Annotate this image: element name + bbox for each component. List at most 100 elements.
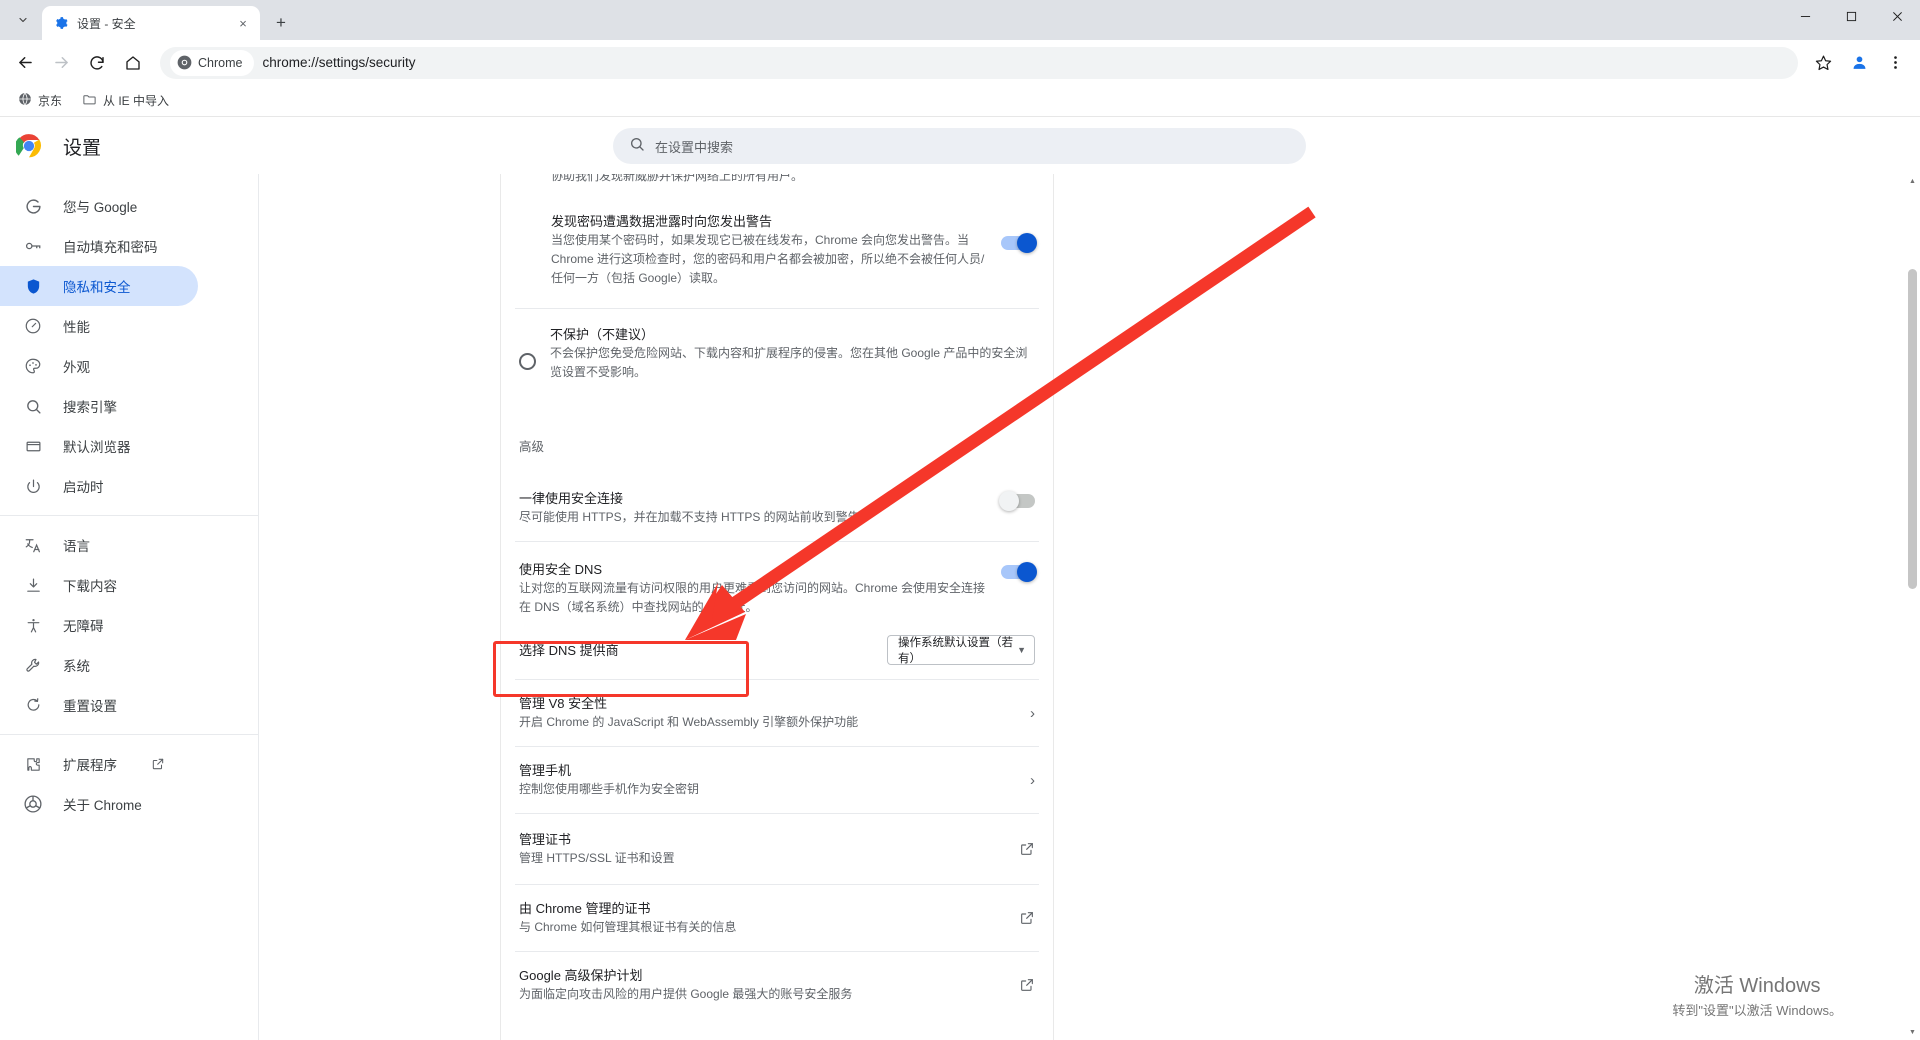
accessibility-icon: [23, 615, 43, 635]
search-input[interactable]: 在设置中搜索: [613, 128, 1306, 164]
sidebar-item-autofill[interactable]: 自动填充和密码: [0, 226, 198, 266]
breach-warning-toggle[interactable]: [1001, 233, 1037, 253]
secure-dns-title: 使用安全 DNS: [519, 562, 603, 577]
scroll-up-arrow-icon[interactable]: ▲: [1905, 174, 1920, 189]
sidebar-item-label: 关于 Chrome: [63, 798, 142, 813]
always-secure-toggle[interactable]: [999, 491, 1035, 511]
manage-v8-desc: 开启 Chrome 的 JavaScript 和 WebAssembly 引擎额…: [519, 715, 859, 729]
sidebar-item-appearance[interactable]: 外观: [0, 346, 198, 386]
content-area: 您与 Google 自动填充和密码 隐私和安全 性能 外观 搜索引擎 默认浏览器…: [0, 174, 1920, 1040]
sidebar-item-performance[interactable]: 性能: [0, 306, 198, 346]
scrollbar-thumb[interactable]: [1908, 269, 1917, 589]
sidebar-item-label: 外观: [63, 360, 90, 375]
browser-menu-icon[interactable]: [1878, 46, 1912, 80]
sidebar-item-reset-settings[interactable]: 重置设置: [0, 685, 198, 725]
tab-search-icon[interactable]: [6, 3, 40, 37]
sidebar-item-search-engine[interactable]: 搜索引擎: [0, 386, 198, 426]
chevron-right-icon[interactable]: ›: [1030, 773, 1035, 788]
sidebar-item-privacy-and-security[interactable]: 隐私和安全: [0, 266, 198, 306]
sidebar-item-label: 下载内容: [63, 579, 117, 594]
manage-certificates-row[interactable]: 管理证书 管理 HTTPS/SSL 证书和设置: [501, 814, 1053, 884]
bookmarks-bar: 京东 从 IE 中导入: [0, 85, 1920, 117]
puzzle-icon: [23, 754, 43, 774]
restore-icon: [23, 695, 43, 715]
sidebar-item-label: 无障碍: [63, 619, 104, 634]
scroll-down-arrow-icon[interactable]: ▼: [1905, 1025, 1920, 1040]
sidebar-item-languages[interactable]: 语言: [0, 525, 198, 565]
back-icon[interactable]: [8, 46, 42, 80]
external-link-icon: [151, 757, 165, 771]
url-text: chrome://settings/security: [262, 55, 416, 70]
bookmark-folder[interactable]: 从 IE 中导入: [74, 88, 177, 114]
download-icon: [23, 575, 43, 595]
sidebar-item-label: 您与 Google: [63, 200, 138, 215]
breach-warning-desc: 当您使用某个密码时，如果发现它已被在线发布，Chrome 会向您发出警告。当 C…: [551, 233, 985, 285]
no-protection-radio[interactable]: [519, 353, 536, 370]
enhanced-protection-row[interactable]: 向 Google 发送您访问的部分网页的网址、有限的系统信息以及部分网页内容，以…: [501, 174, 1053, 186]
no-protection-title: 不保护（不建议）: [550, 327, 655, 342]
reload-icon[interactable]: [80, 46, 114, 80]
bookmark-star-icon[interactable]: [1806, 46, 1840, 80]
breach-warning-row[interactable]: 发现密码遭遇数据泄露时向您发出警告 当您使用某个密码时，如果发现它已被在线发布，…: [501, 186, 1053, 294]
speedometer-icon: [23, 316, 43, 336]
browser-window: 设置 - 安全 × + Chrome chrome://settings/sec…: [0, 0, 1920, 1040]
palette-icon: [23, 356, 43, 376]
sidebar-item-system[interactable]: 系统: [0, 645, 198, 685]
sidebar-item-downloads[interactable]: 下载内容: [0, 565, 198, 605]
enhanced-protection-desc: 向 Google 发送您访问的部分网页的网址、有限的系统信息以及部分网页内容，以…: [551, 174, 804, 183]
no-protection-row[interactable]: 不保护（不建议） 不会保护您免受危险网站、下载内容和扩展程序的侵害。您在其他 G…: [501, 309, 1053, 396]
maximize-button[interactable]: [1828, 0, 1874, 32]
chrome-chip-label: Chrome: [198, 55, 243, 70]
tab-title: 设置 - 安全: [77, 16, 136, 31]
certificate-row-highlight: [493, 641, 749, 697]
sidebar-item-you-and-google[interactable]: 您与 Google: [0, 186, 198, 226]
sidebar-item-accessibility[interactable]: 无障碍: [0, 605, 198, 645]
sidebar-item-label: 扩展程序: [63, 758, 117, 773]
new-tab-button[interactable]: +: [267, 8, 295, 36]
search-icon: [23, 396, 43, 416]
sidebar-item-on-startup[interactable]: 启动时: [0, 466, 198, 506]
browser-tab[interactable]: 设置 - 安全 ×: [42, 6, 260, 40]
manage-phones-row[interactable]: 管理手机 控制您使用哪些手机作为安全密钥 ›: [501, 747, 1053, 813]
bookmark-item[interactable]: 京东: [10, 88, 70, 113]
chrome-managed-certificates-title: 由 Chrome 管理的证书: [519, 901, 651, 916]
chrome-icon: [177, 55, 192, 70]
settings-card: 向 Google 发送您访问的部分网页的网址、有限的系统信息以及部分网页内容，以…: [500, 174, 1054, 1040]
sidebar-item-about-chrome[interactable]: 关于 Chrome: [0, 784, 198, 824]
search-icon: [629, 136, 645, 157]
bookmark-label: 从 IE 中导入: [103, 94, 170, 108]
sidebar-item-extensions[interactable]: 扩展程序: [0, 744, 198, 784]
sidebar-item-label: 隐私和安全: [63, 280, 131, 295]
toolbar-right-actions: [1806, 46, 1912, 80]
profile-avatar-icon[interactable]: [1842, 46, 1876, 80]
window-close-button[interactable]: [1874, 0, 1920, 32]
external-link-icon[interactable]: [1019, 841, 1035, 857]
sidebar-item-default-browser[interactable]: 默认浏览器: [0, 426, 198, 466]
windows-activation-watermark: 激活 Windows 转到"设置"以激活 Windows。: [1672, 972, 1842, 1022]
advanced-protection-program-row[interactable]: Google 高级保护计划 为面临定向攻击风险的用户提供 Google 最强大的…: [501, 952, 1053, 1018]
chrome-managed-certificates-row[interactable]: 由 Chrome 管理的证书 与 Chrome 如何管理其根证书有关的信息: [501, 885, 1053, 951]
always-secure-title: 一律使用安全连接: [519, 491, 624, 506]
secure-dns-toggle[interactable]: [1001, 562, 1037, 582]
sidebar-item-label: 默认浏览器: [63, 440, 131, 455]
advanced-protection-desc: 为面临定向攻击风险的用户提供 Google 最强大的账号安全服务: [519, 987, 853, 1001]
secure-dns-row[interactable]: 使用安全 DNS 让对您的互联网流量有访问权限的用户更难看到您访问的网站。Chr…: [501, 542, 1053, 629]
advanced-protection-title: Google 高级保护计划: [519, 968, 643, 983]
chrome-origin-chip: Chrome: [170, 49, 255, 76]
sidebar-divider: [0, 515, 258, 516]
address-bar[interactable]: Chrome chrome://settings/security: [160, 46, 1798, 79]
chevron-right-icon[interactable]: ›: [1030, 706, 1035, 721]
chrome-icon: [23, 794, 43, 814]
external-link-icon[interactable]: [1019, 977, 1035, 993]
dns-provider-select[interactable]: 操作系统默认设置（若有） ▼: [887, 635, 1035, 665]
always-secure-connections-row[interactable]: 一律使用安全连接 尽可能使用 HTTPS，并在加载不支持 HTTPS 的网站前收…: [501, 465, 1053, 541]
close-icon[interactable]: ×: [234, 14, 252, 32]
external-link-icon[interactable]: [1019, 910, 1035, 926]
minimize-button[interactable]: [1782, 0, 1828, 32]
vertical-scrollbar[interactable]: ▲ ▼: [1905, 174, 1920, 1040]
manage-certificates-title: 管理证书: [519, 832, 572, 847]
shield-icon: [23, 276, 43, 296]
forward-icon[interactable]: [44, 46, 78, 80]
settings-header: 设置 在设置中搜索: [0, 118, 1920, 174]
home-icon[interactable]: [116, 46, 150, 80]
